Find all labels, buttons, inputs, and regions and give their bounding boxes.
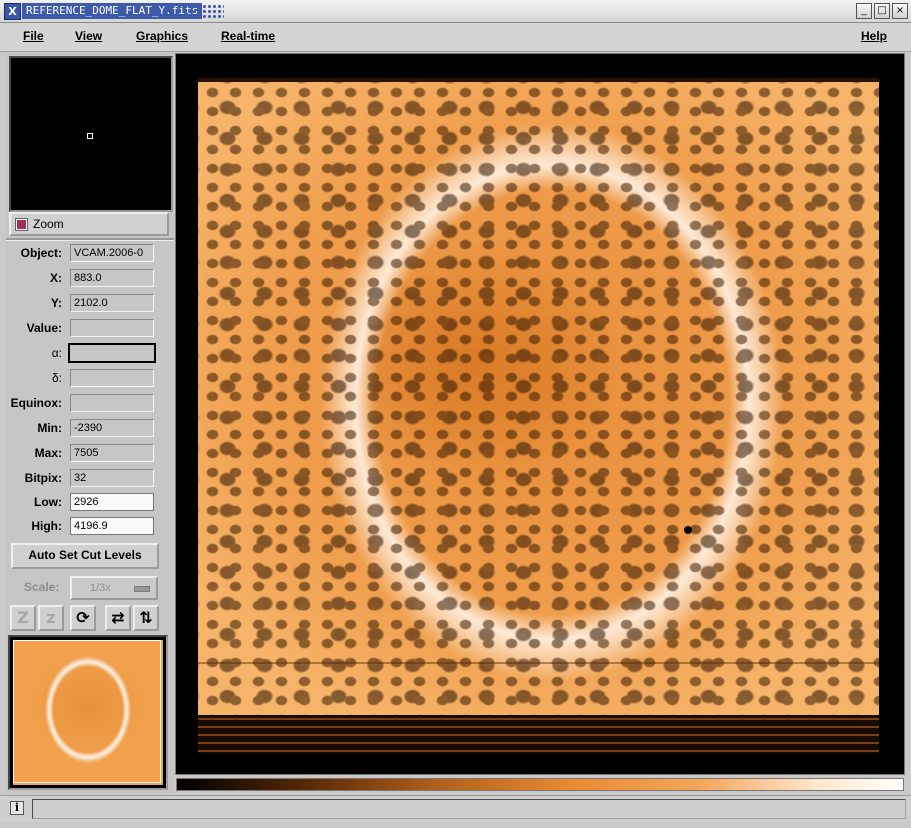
x-row: X: 883.0 (8, 269, 158, 289)
max-value: 7505 (70, 444, 154, 462)
image-dark-spot (684, 526, 692, 534)
colormap-bar[interactable] (176, 778, 904, 791)
min-row: Min: -2390 (8, 419, 158, 439)
menu-realtime[interactable]: Real-time (221, 29, 275, 43)
delta-label: δ: (51, 371, 62, 385)
max-label: Max: (34, 446, 62, 460)
delta-row: δ: (8, 369, 158, 389)
equinox-label: Equinox: (10, 396, 62, 410)
bitpix-value: 32 (70, 469, 154, 487)
low-row: Low: 2926 (8, 493, 158, 513)
high-row: High: 4196.9 (8, 517, 158, 537)
scale-menu[interactable]: 1/3x (70, 576, 158, 600)
equinox-value (70, 394, 154, 412)
alpha-label: α: (51, 346, 62, 360)
pan-window[interactable] (9, 56, 173, 212)
min-value: -2390 (70, 419, 154, 437)
scale-value: 1/3x (90, 582, 111, 594)
delta-value (70, 369, 154, 387)
menu-help[interactable]: Help (861, 29, 887, 43)
rotate-icon[interactable]: ⟳ (70, 605, 96, 631)
image-row-artifact (198, 662, 879, 664)
zoom-label: Zoom (33, 217, 64, 231)
y-row: Y: 2102.0 (8, 294, 158, 314)
menu-graphics[interactable]: Graphics (136, 29, 188, 43)
info-icon[interactable]: i (10, 801, 24, 815)
image-overview-thumbnail[interactable] (8, 635, 168, 790)
menu-view[interactable]: View (75, 29, 102, 43)
max-row: Max: 7505 (8, 444, 158, 464)
pan-marker[interactable] (87, 133, 93, 139)
zoom-out-button[interactable]: z (38, 605, 64, 631)
image-top-edge (198, 78, 879, 82)
value-row: Value: (8, 319, 158, 339)
image-speckle (198, 78, 879, 753)
flip-y-icon[interactable]: ⇅ (133, 605, 159, 631)
auto-set-cut-levels-button[interactable]: Auto Set Cut Levels (11, 543, 159, 569)
image-display[interactable] (175, 53, 905, 775)
minimize-button[interactable]: _ (856, 3, 872, 19)
x-label: X: (50, 271, 62, 285)
equinox-row: Equinox: (8, 394, 158, 414)
title-pattern (182, 4, 224, 18)
y-label: Y: (50, 296, 62, 310)
zoom-checkbox-icon (15, 218, 28, 231)
low-label: Low: (34, 495, 62, 509)
object-value: VCAM.2006-0 (70, 244, 154, 262)
alpha-value (68, 343, 156, 363)
bitpix-row: Bitpix: 32 (8, 469, 158, 489)
image-bottom-band (198, 715, 879, 753)
object-label: Object: (20, 246, 62, 260)
high-input[interactable]: 4196.9 (70, 517, 154, 535)
title-bar: X REFERENCE_DOME_FLAT_Y.fits _ □ × (0, 0, 911, 23)
menu-file[interactable]: File (23, 29, 44, 43)
object-row: Object: VCAM.2006-0 (8, 244, 158, 264)
scale-label: Scale: (24, 580, 60, 594)
zoom-toggle[interactable]: Zoom (9, 212, 169, 236)
divider (6, 238, 174, 241)
menu-bar: File View Graphics Real-time Help (0, 23, 911, 52)
x-value: 883.0 (70, 269, 154, 287)
bitpix-label: Bitpix: (24, 471, 62, 485)
zoom-in-button[interactable]: Z (10, 605, 36, 631)
view-rectangle[interactable] (13, 640, 161, 783)
maximize-button[interactable]: □ (874, 3, 890, 19)
alpha-row: α: (8, 343, 158, 364)
min-label: Min: (37, 421, 62, 435)
y-value: 2102.0 (70, 294, 154, 312)
window-title: REFERENCE_DOME_FLAT_Y.fits (22, 3, 203, 19)
app-icon[interactable]: X (4, 3, 21, 20)
value-value (70, 319, 154, 337)
close-button[interactable]: × (892, 3, 908, 19)
low-input[interactable]: 2926 (70, 493, 154, 511)
fits-image[interactable] (198, 78, 879, 753)
flip-x-icon[interactable]: ⇄ (105, 605, 131, 631)
status-message (32, 799, 906, 819)
option-menu-indicator-icon (134, 586, 150, 592)
value-label: Value: (26, 321, 62, 335)
high-label: High: (31, 519, 62, 533)
status-bar: i (0, 795, 911, 822)
